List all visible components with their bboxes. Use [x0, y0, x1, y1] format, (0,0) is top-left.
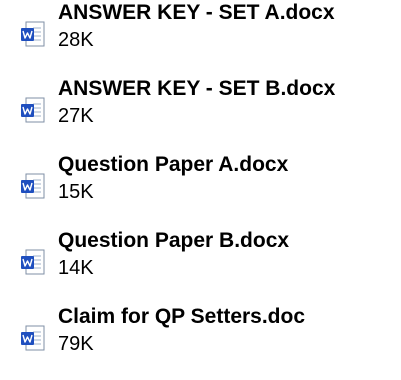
file-size: 15K — [58, 181, 94, 203]
attachment-item[interactable]: ANSWER KEY - SET A.docx 28K — [0, 0, 401, 64]
attachment-item[interactable]: Claim for QP Setters.doc 79K — [0, 304, 401, 368]
file-size: 79K — [58, 333, 94, 355]
word-document-icon[interactable] — [20, 172, 46, 200]
attachment-list: ANSWER KEY - SET A.docx 28K ANSWER KEY -… — [0, 0, 401, 380]
file-name[interactable]: Question Paper B.docx — [58, 228, 289, 254]
attachment-item[interactable]: Question Paper B.docx 14K — [0, 228, 401, 292]
file-name[interactable]: ANSWER KEY - SET B.docx — [58, 76, 335, 102]
attachment-item[interactable]: ANSWER KEY - SET B.docx 27K — [0, 76, 401, 140]
word-document-icon[interactable] — [20, 324, 46, 352]
file-name[interactable]: ANSWER KEY - SET A.docx — [58, 0, 335, 26]
word-document-icon[interactable] — [20, 248, 46, 276]
file-size: 27K — [58, 105, 94, 127]
word-document-icon[interactable] — [20, 20, 46, 48]
attachment-item[interactable]: Question Paper A.docx 15K — [0, 152, 401, 216]
file-size: 14K — [58, 257, 94, 279]
file-size: 28K — [58, 29, 94, 51]
word-document-icon[interactable] — [20, 96, 46, 124]
file-name[interactable]: Claim for QP Setters.doc — [58, 304, 305, 330]
file-name[interactable]: Question Paper A.docx — [58, 152, 288, 178]
